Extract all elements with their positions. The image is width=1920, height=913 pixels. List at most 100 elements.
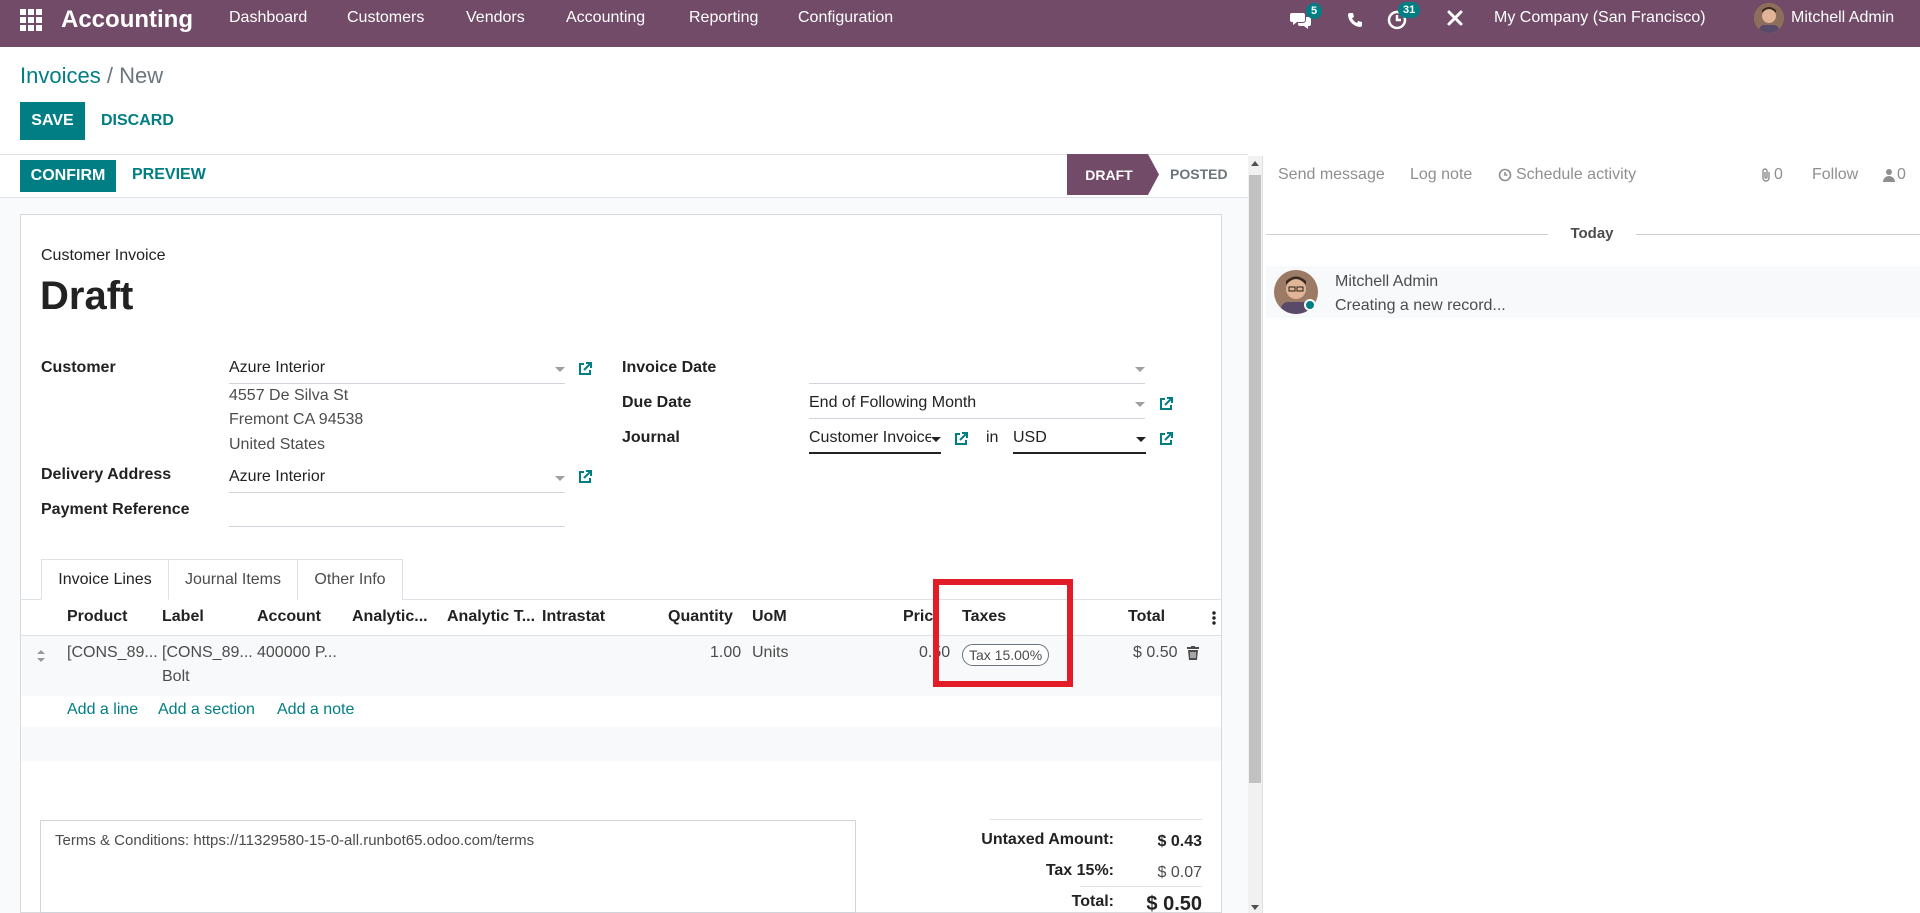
col-account[interactable]: Account xyxy=(257,608,321,626)
user-menu[interactable]: Mitchell Admin xyxy=(1791,9,1894,27)
tax-value: $ 0.07 xyxy=(1157,864,1202,881)
due-date-field[interactable]: End of Following Month xyxy=(809,392,1145,419)
delivery-address-field[interactable]: Azure Interior xyxy=(229,466,565,493)
line-account[interactable]: 400000 P... xyxy=(257,644,337,662)
breadcrumb-separator: / xyxy=(106,63,113,88)
drag-handle-icon[interactable] xyxy=(36,649,46,663)
phone-icon[interactable] xyxy=(1347,12,1365,30)
user-icon[interactable] xyxy=(1883,168,1895,182)
add-note-link[interactable]: Add a note xyxy=(277,701,354,719)
col-label[interactable]: Label xyxy=(162,608,204,626)
scroll-down-icon[interactable] xyxy=(1251,905,1259,910)
chevron-down-icon xyxy=(555,367,565,372)
line-uom[interactable]: Units xyxy=(752,644,788,662)
tab-other-info[interactable]: Other Info xyxy=(297,559,403,600)
scroll-up-icon[interactable] xyxy=(1251,161,1259,166)
external-link-icon[interactable] xyxy=(577,469,593,485)
line-label[interactable]: [CONS_89... xyxy=(162,644,253,662)
terms-textarea[interactable]: Terms & Conditions: https://11329580-15-… xyxy=(40,820,856,913)
send-message-button[interactable]: Send message xyxy=(1278,166,1385,184)
external-link-icon[interactable] xyxy=(1158,431,1174,447)
invoice-date-field[interactable] xyxy=(809,357,1145,384)
log-note-button[interactable]: Log note xyxy=(1410,166,1472,184)
paperclip-icon[interactable] xyxy=(1760,167,1772,183)
journal-select[interactable]: Customer Invoices xyxy=(809,427,941,454)
page-title: Draft xyxy=(40,274,134,318)
menu-vendors[interactable]: Vendors xyxy=(466,9,525,27)
delivery-address-value: Azure Interior xyxy=(229,468,326,485)
stage-draft[interactable]: DRAFT xyxy=(1067,154,1159,195)
line-label-second: Bolt xyxy=(162,668,190,685)
apps-grid-icon[interactable] xyxy=(20,9,42,31)
chevron-down-icon xyxy=(555,476,565,481)
external-link-icon[interactable] xyxy=(953,431,969,447)
messages-badge: 5 xyxy=(1306,3,1323,19)
total-divider xyxy=(1080,886,1202,887)
preview-button[interactable]: PREVIEW xyxy=(132,166,206,184)
follow-button[interactable]: Follow xyxy=(1812,166,1858,184)
attachments-count[interactable]: 0 xyxy=(1774,166,1783,184)
message-author[interactable]: Mitchell Admin xyxy=(1335,273,1438,291)
col-uom[interactable]: UoM xyxy=(752,608,787,626)
journal-value: Customer Invoices xyxy=(809,429,931,446)
customer-address-street: 4557 De Silva St xyxy=(229,387,349,404)
journal-in-label: in xyxy=(986,429,999,446)
add-line-link[interactable]: Add a line xyxy=(67,701,138,719)
payment-reference-label: Payment Reference xyxy=(41,501,190,518)
currency-select[interactable]: USD xyxy=(1013,427,1146,454)
clock-icon xyxy=(1498,168,1512,182)
date-separator-line xyxy=(1636,234,1920,235)
total-value: $ 0.50 xyxy=(1146,893,1202,913)
external-link-icon[interactable] xyxy=(577,361,593,377)
followers-count[interactable]: 0 xyxy=(1897,166,1906,184)
confirm-button[interactable]: CONFIRM xyxy=(20,160,116,192)
customer-field[interactable]: Azure Interior xyxy=(229,357,565,384)
menu-customers[interactable]: Customers xyxy=(347,9,424,27)
discard-button[interactable]: DISCARD xyxy=(101,112,174,130)
menu-reporting[interactable]: Reporting xyxy=(689,9,758,27)
col-product[interactable]: Product xyxy=(67,608,127,626)
message-body: Creating a new record... xyxy=(1335,297,1506,314)
trash-icon[interactable] xyxy=(1187,646,1199,660)
tax-label: Tax 15%: xyxy=(1045,862,1114,879)
customer-value: Azure Interior xyxy=(229,359,326,376)
col-analytic-account[interactable]: Analytic... xyxy=(352,608,428,626)
company-switcher[interactable]: My Company (San Francisco) xyxy=(1494,9,1706,27)
untaxed-amount-value: $ 0.43 xyxy=(1157,833,1202,850)
online-status-icon xyxy=(1304,299,1316,311)
line-quantity[interactable]: 1.00 xyxy=(710,644,741,662)
customer-address-city: Fremont CA 94538 xyxy=(229,411,364,428)
chevron-down-icon xyxy=(1135,402,1145,407)
save-button[interactable]: SAVE xyxy=(20,102,85,140)
col-price[interactable]: Price xyxy=(903,608,936,626)
tab-journal-items[interactable]: Journal Items xyxy=(168,559,298,600)
customer-label: Customer xyxy=(41,359,116,376)
schedule-activity-button[interactable]: Schedule activity xyxy=(1516,166,1636,184)
avatar[interactable] xyxy=(1754,3,1784,33)
form-scrollbar-thumb[interactable] xyxy=(1249,175,1261,783)
app-brand[interactable]: Accounting xyxy=(61,6,193,34)
due-date-value: End of Following Month xyxy=(809,394,977,411)
stage-posted[interactable]: POSTED xyxy=(1170,166,1228,182)
external-link-icon[interactable] xyxy=(1158,396,1174,412)
col-analytic-tags[interactable]: Analytic T... xyxy=(447,608,535,626)
menu-configuration[interactable]: Configuration xyxy=(798,9,893,27)
untaxed-amount-label: Untaxed Amount: xyxy=(981,831,1114,848)
column-options-icon[interactable] xyxy=(1212,610,1216,626)
add-section-link[interactable]: Add a section xyxy=(158,701,255,719)
breadcrumb-invoices[interactable]: Invoices xyxy=(20,63,101,88)
chevron-down-icon xyxy=(1135,367,1145,372)
tab-invoice-lines[interactable]: Invoice Lines xyxy=(41,559,169,600)
totals-divider xyxy=(990,819,1202,820)
tools-icon[interactable] xyxy=(1446,9,1466,29)
payment-reference-input[interactable] xyxy=(229,500,565,527)
line-product[interactable]: [CONS_89... xyxy=(67,644,158,662)
taxes-highlight-box xyxy=(933,579,1073,687)
col-intrastat[interactable]: Intrastat xyxy=(542,608,605,626)
col-total[interactable]: Total xyxy=(1128,608,1165,626)
empty-row xyxy=(21,727,1221,761)
col-quantity[interactable]: Quantity xyxy=(668,608,733,626)
menu-accounting[interactable]: Accounting xyxy=(566,9,645,27)
menu-dashboard[interactable]: Dashboard xyxy=(229,9,307,27)
terms-text: Terms & Conditions: https://11329580-15-… xyxy=(55,832,535,849)
